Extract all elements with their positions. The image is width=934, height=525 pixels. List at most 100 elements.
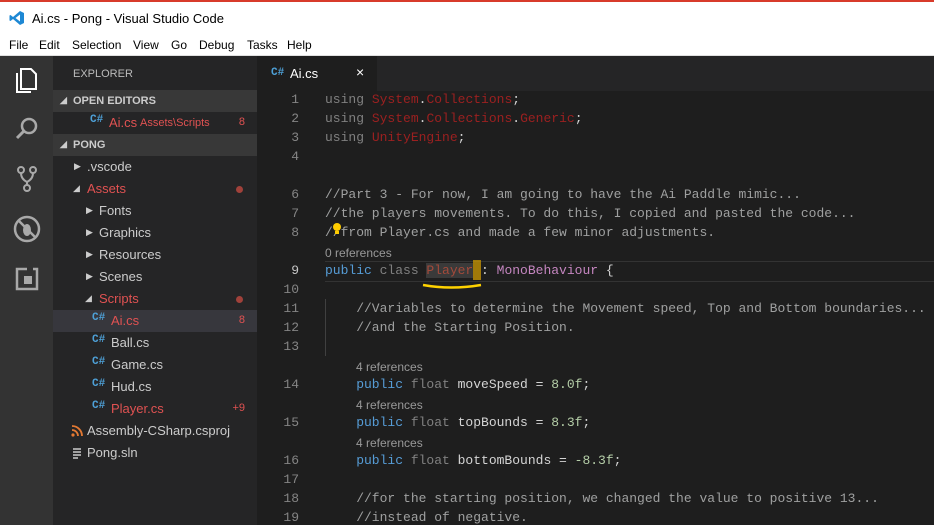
- tree-item-scripts[interactable]: ◢ Scripts: [53, 288, 257, 310]
- codelens-references[interactable]: 4 references: [356, 398, 423, 412]
- csharp-file-icon: C#: [92, 312, 106, 324]
- token: =: [527, 377, 552, 392]
- tree-item-resources[interactable]: ▶ Resources: [53, 244, 257, 266]
- token: =: [551, 453, 575, 468]
- token: 8.0f: [551, 377, 583, 392]
- tree-item-ball-cs[interactable]: C# Ball.cs: [53, 332, 257, 354]
- explorer-header: EXPLORER: [73, 68, 133, 80]
- codelens-references[interactable]: 4 references: [356, 436, 423, 450]
- menu-edit[interactable]: Edit: [39, 38, 60, 52]
- title-accent-line: [0, 0, 934, 2]
- problems-badge: +9: [232, 402, 245, 414]
- tree-item-label: Assets: [87, 181, 127, 196]
- title-bar: Ai.cs - Pong - Visual Studio Code: [0, 0, 934, 35]
- open-editor-path: Assets\Scripts: [140, 117, 210, 129]
- menu-tasks[interactable]: Tasks: [247, 38, 278, 52]
- tree-item-vscode[interactable]: ▶ .vscode: [53, 156, 257, 178]
- menu-go[interactable]: Go: [171, 38, 187, 52]
- line-number: 14: [283, 377, 299, 392]
- tree-item-hud-cs[interactable]: C# Hud.cs: [53, 376, 257, 398]
- project-section-pong[interactable]: ◢ PONG: [53, 134, 257, 156]
- text-file-icon: [73, 448, 81, 459]
- token: using: [325, 130, 372, 145]
- token: public: [325, 377, 404, 392]
- open-editors-section[interactable]: ◢ OPEN EDITORS: [53, 90, 257, 112]
- token: float: [403, 415, 458, 430]
- line-number: 7: [291, 206, 299, 221]
- line-number: 17: [283, 472, 299, 487]
- tree-item-assets[interactable]: ◢ Assets: [53, 178, 257, 200]
- csharp-file-icon: C#: [92, 334, 106, 346]
- menu-view[interactable]: View: [133, 38, 159, 52]
- line-number-current: 9: [291, 263, 299, 278]
- debug-icon[interactable]: [12, 214, 42, 244]
- tree-item-label: Scenes: [99, 269, 143, 284]
- chevron-right-icon: ▶: [86, 227, 93, 237]
- token: class: [371, 263, 427, 278]
- tree-item-fonts[interactable]: ▶ Fonts: [53, 200, 257, 222]
- token: ;: [574, 111, 583, 126]
- chevron-down-icon: ◢: [60, 95, 67, 105]
- menu-file[interactable]: File: [9, 38, 28, 52]
- token: Collections: [426, 92, 513, 107]
- chevron-right-icon: ▶: [74, 161, 81, 171]
- chevron-right-icon: ▶: [86, 205, 93, 215]
- tree-item-label: Resources: [99, 247, 162, 262]
- search-icon[interactable]: [12, 114, 42, 144]
- code-line-8: //from Player.cs and made a few minor ad…: [325, 225, 716, 240]
- files-icon[interactable]: [12, 64, 42, 94]
- code-line-15: public float topBounds = 8.3f;: [325, 415, 590, 430]
- line-number: 16: [283, 453, 299, 468]
- chevron-down-icon: ◢: [73, 183, 80, 193]
- token: =: [527, 415, 552, 430]
- tree-item-scenes[interactable]: ▶ Scenes: [53, 266, 257, 288]
- tree-item-label: Ai.cs: [111, 313, 140, 328]
- tree-item-player-cs[interactable]: C# Player.cs +9: [53, 398, 257, 420]
- code-line-3: using UnityEngine;: [325, 130, 465, 145]
- token: ;: [457, 130, 466, 145]
- token: ;: [512, 92, 521, 107]
- menu-selection[interactable]: Selection: [72, 38, 121, 52]
- tree-item-game-cs[interactable]: C# Game.cs: [53, 354, 257, 376]
- tree-item-label: Fonts: [99, 203, 132, 218]
- token: Generic: [520, 111, 575, 126]
- tree-item-sln[interactable]: Pong.sln: [53, 442, 257, 464]
- code-line-14: public float moveSpeed = 8.0f;: [325, 377, 590, 392]
- code-editor[interactable]: 1 2 3 4 6 7 8 9 10 11 12 13 14 15 16 17 …: [257, 91, 934, 525]
- source-control-icon[interactable]: [12, 164, 42, 194]
- tab-label: Ai.cs: [290, 66, 319, 81]
- code-line-19: //instead of negative.: [325, 510, 528, 525]
- tree-item-label: Hud.cs: [111, 379, 152, 394]
- open-editors-label: OPEN EDITORS: [73, 95, 156, 107]
- line-number: 15: [283, 415, 299, 430]
- line-number: 1: [291, 92, 299, 107]
- tree-item-csproj[interactable]: Assembly-CSharp.csproj: [53, 420, 257, 442]
- chevron-down-icon: ◢: [85, 293, 92, 303]
- menu-debug[interactable]: Debug: [199, 38, 234, 52]
- code-line-12: //and the Starting Position.: [325, 320, 575, 335]
- code-line-16: public float bottomBounds = -8.3f;: [325, 453, 621, 468]
- menu-help[interactable]: Help: [287, 38, 312, 52]
- codelens-references[interactable]: 0 references: [325, 246, 392, 260]
- token: float: [403, 453, 458, 468]
- token: using: [325, 92, 372, 107]
- token: moveSpeed: [457, 377, 528, 392]
- close-icon[interactable]: ×: [356, 64, 364, 80]
- tree-item-label: Scripts: [99, 291, 139, 306]
- line-number: 8: [291, 225, 299, 240]
- vscode-logo-icon: [9, 11, 24, 25]
- codelens-references[interactable]: 4 references: [356, 360, 423, 374]
- tree-item-ai-cs[interactable]: C# Ai.cs 8: [53, 310, 257, 332]
- tree-item-label: Player.cs: [111, 401, 164, 416]
- extensions-icon[interactable]: [12, 264, 42, 294]
- token: public: [325, 263, 372, 278]
- activity-bar: [0, 56, 53, 525]
- code-line-11: //Variables to determine the Movement sp…: [325, 301, 926, 316]
- csharp-file-icon: C#: [92, 378, 106, 390]
- tab-ai-cs[interactable]: C# Ai.cs ×: [257, 56, 377, 91]
- text-cursor: [473, 260, 481, 280]
- tree-item-graphics[interactable]: ▶ Graphics: [53, 222, 257, 244]
- lightbulb-icon[interactable]: [331, 222, 343, 236]
- line-number: 19: [283, 510, 299, 525]
- open-editor-item-ai[interactable]: C# Ai.cs Assets\Scripts 8: [53, 112, 257, 134]
